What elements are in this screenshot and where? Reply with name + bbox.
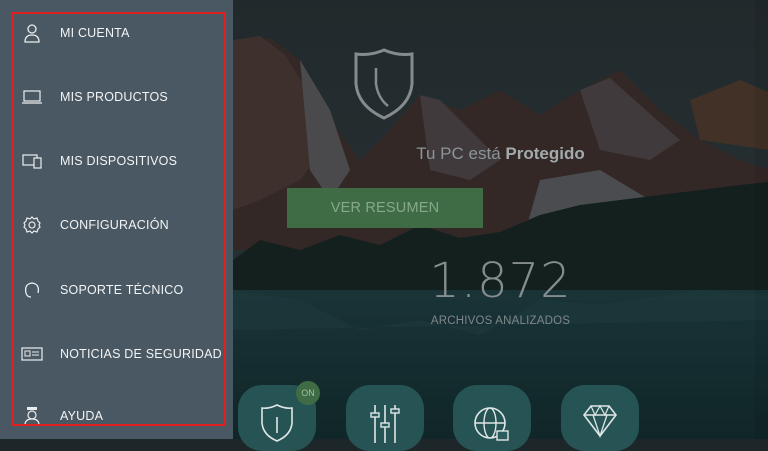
shield-status-icon [354, 48, 414, 120]
menu-item-mis-dispositivos[interactable]: MIS DISPOSITIVOS [14, 141, 226, 181]
headset-icon [17, 278, 47, 302]
status-state: Protegido [505, 144, 585, 163]
menu-item-soporte-tecnico[interactable]: SOPORTE TÉCNICO [14, 270, 226, 310]
devices-icon [17, 149, 47, 173]
status-prefix: Tu PC está [416, 144, 501, 163]
sidebar-menu: MI CUENTA MIS PRODUCTOS MIS DISPOSITIVOS… [0, 0, 233, 439]
news-icon [17, 342, 47, 366]
files-scanned-label: ARCHIVOS ANALIZADOS [430, 315, 571, 327]
on-badge: ON [296, 381, 320, 405]
shield-icon [261, 404, 293, 442]
menu-item-label: CONFIGURACIÓN [60, 218, 169, 232]
menu-item-label: NOTICIAS DE SEGURIDAD [60, 347, 222, 361]
protection-status-text: Tu PC está Protegido [233, 144, 768, 164]
globe-lock-icon [474, 407, 509, 441]
web-protection-tile[interactable] [453, 385, 531, 451]
menu-item-ayuda[interactable]: AYUDA [14, 396, 226, 436]
menu-item-label: MI CUENTA [60, 26, 130, 40]
menu-item-label: AYUDA [60, 409, 104, 423]
menu-item-label: SOPORTE TÉCNICO [60, 283, 184, 297]
premium-tile[interactable] [561, 385, 639, 451]
menu-item-label: MIS PRODUCTOS [60, 90, 168, 104]
menu-item-noticias-de-seguridad[interactable]: NOTICIAS DE SEGURIDAD [14, 334, 226, 374]
menu-item-mi-cuenta[interactable]: MI CUENTA [14, 13, 226, 53]
right-edge-strip [755, 0, 768, 439]
menu-item-configuracion[interactable]: CONFIGURACIÓN [14, 205, 226, 245]
diamond-icon [582, 404, 618, 439]
gear-icon [17, 213, 47, 237]
settings-tile[interactable] [346, 385, 424, 451]
user-icon [17, 21, 47, 45]
help-icon [17, 404, 47, 428]
files-scanned-count: 1.872 [429, 253, 572, 309]
view-summary-button[interactable]: VER RESUMEN [287, 188, 483, 228]
menu-item-mis-productos[interactable]: MIS PRODUCTOS [14, 77, 226, 117]
laptop-icon [17, 85, 47, 109]
menu-item-label: MIS DISPOSITIVOS [60, 154, 178, 168]
sliders-icon [370, 405, 400, 443]
